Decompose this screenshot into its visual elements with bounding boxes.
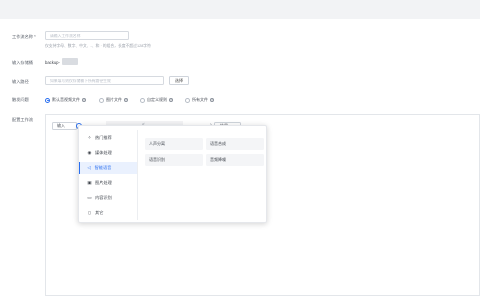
- menu-divider: [137, 130, 138, 220]
- fire-icon: ✧: [87, 135, 92, 140]
- input-path-label: 输入路径: [12, 79, 29, 84]
- menu-category-other[interactable]: ▯ 其它: [79, 207, 137, 219]
- radio-checked-icon: [45, 97, 50, 103]
- menu-category-label: 热门推荐: [95, 135, 112, 140]
- radio-unchecked-icon: [185, 97, 190, 103]
- menu-category-label: 内容识别: [95, 195, 112, 200]
- workflow-name-input[interactable]: [46, 32, 128, 39]
- flow-input-node[interactable]: 输入: [52, 122, 77, 130]
- input-path-field[interactable]: [45, 76, 164, 85]
- trigger-option-label: 自定义规则: [147, 97, 167, 102]
- media-icon: ◉: [87, 150, 92, 155]
- menu-category-label: 其它: [95, 210, 104, 215]
- trigger-option-label: 所有文件: [192, 97, 208, 102]
- menu-category-content[interactable]: ▭ 内容识别: [79, 192, 137, 204]
- help-icon[interactable]: ?: [82, 98, 86, 102]
- menu-category-hot[interactable]: ✧ 热门推荐: [79, 132, 137, 144]
- speaker-icon: ◁: [87, 165, 91, 170]
- input-bucket-label: 输入存储桶: [12, 60, 33, 65]
- trigger-option-custom[interactable]: 自定义规则 ?: [140, 97, 173, 103]
- menu-category-voice[interactable]: ◁ 智能语音: [79, 162, 137, 174]
- menu-option-vocal-separation[interactable]: 人声分离: [145, 138, 203, 150]
- image-icon: ▣: [87, 180, 92, 185]
- trigger-option-label: 图片文件: [106, 97, 122, 102]
- document-icon: ▯: [88, 210, 91, 215]
- node-type-menu: ✧ 热门推荐 ◉ 媒体处理 ◁ 智能语音 ▣ 图片处理 ▭ 内容识别 ▯ 其它 …: [78, 125, 267, 223]
- input-bucket-value: backup-: [45, 60, 60, 65]
- flow-input-label: 输入: [57, 123, 65, 128]
- menu-option-speech-synthesis[interactable]: 语音合成: [206, 138, 264, 150]
- help-icon[interactable]: ?: [124, 98, 128, 102]
- bucket-name-redacted: [62, 58, 78, 65]
- menu-option-audio-denoise[interactable]: 音频降噪: [206, 154, 264, 166]
- workflow-name-label: 工作流名称 *: [12, 34, 36, 39]
- menu-category-image[interactable]: ▣ 图片处理: [79, 177, 137, 189]
- menu-option-speech-recognition[interactable]: 语音识别: [145, 154, 203, 166]
- help-icon[interactable]: ?: [210, 98, 214, 102]
- trigger-label: 触发问题: [12, 97, 29, 102]
- config-workflow-label: 配置工作流: [12, 117, 33, 122]
- trigger-option-image[interactable]: 图片文件 ?: [99, 97, 128, 103]
- select-path-button[interactable]: 选择: [169, 76, 189, 85]
- menu-category-label: 智能语音: [94, 165, 112, 170]
- menu-category-media[interactable]: ◉ 媒体处理: [79, 147, 137, 159]
- trigger-option-default-av[interactable]: 默认音视频文件 ?: [45, 97, 86, 103]
- workflow-name-field[interactable]: [45, 31, 129, 40]
- radio-unchecked-icon: [140, 97, 145, 103]
- trigger-option-label: 默认音视频文件: [52, 97, 80, 102]
- input-path-input[interactable]: [46, 77, 163, 84]
- radio-unchecked-icon: [99, 97, 104, 103]
- menu-category-label: 图片处理: [95, 180, 112, 185]
- trigger-option-all[interactable]: 所有文件 ?: [185, 97, 214, 103]
- menu-category-label: 媒体处理: [95, 150, 112, 155]
- help-icon[interactable]: ?: [169, 98, 173, 102]
- video-icon: ▭: [87, 195, 92, 200]
- workflow-name-hint: 仅支持字母、数字、中文、-、和 · 的组合，长度不超过128字符: [45, 44, 151, 48]
